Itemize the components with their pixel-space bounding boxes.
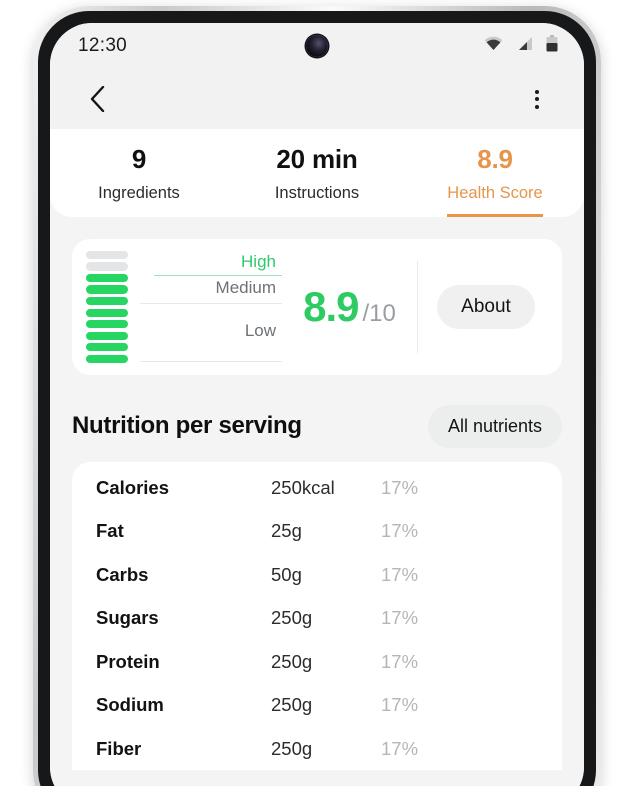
gauge-segments bbox=[86, 250, 128, 363]
table-row[interactable]: Fiber 250g 17% bbox=[72, 727, 562, 771]
nutrient-name: Fiber bbox=[96, 737, 142, 759]
table-row[interactable]: Sodium 250g 17% bbox=[72, 683, 562, 727]
front-camera-punch-hole bbox=[306, 35, 328, 57]
nutrient-amount: 50g bbox=[271, 563, 302, 585]
nutrient-name: Protein bbox=[96, 650, 160, 672]
table-row[interactable]: Sugars 250g 17% bbox=[72, 596, 562, 640]
gauge-level-labels: High Medium Low bbox=[128, 251, 282, 363]
tab-health-score-value: 8.9 bbox=[477, 144, 513, 174]
more-vertical-icon[interactable] bbox=[520, 82, 554, 116]
gauge-segment bbox=[86, 320, 128, 329]
tab-instructions-label: Instructions bbox=[274, 183, 360, 202]
gauge-segment bbox=[86, 297, 128, 306]
nutrient-name: Sodium bbox=[96, 694, 164, 716]
health-score-gauge: High Medium Low bbox=[86, 250, 282, 363]
app-bar bbox=[50, 69, 584, 129]
nutrient-percent: 17% bbox=[381, 650, 419, 672]
nutrition-table: Calories 250kcal 17% Fat 25g 17% Carbs 5… bbox=[72, 461, 562, 771]
health-score-value: 8.9 /10 bbox=[282, 283, 417, 331]
gauge-segment bbox=[86, 273, 128, 283]
gauge-segment bbox=[86, 343, 128, 352]
nutrient-percent: 17% bbox=[381, 520, 419, 542]
nutrient-amount: 25g bbox=[271, 520, 302, 542]
nutrient-name: Carbs bbox=[96, 563, 149, 585]
tab-health-score-label: Health Score bbox=[447, 184, 543, 217]
gauge-rule-medium bbox=[140, 302, 282, 304]
nutrient-percent: 17% bbox=[381, 563, 419, 585]
phone-bezel: 12:30 9 Ingredients 20 min Instructions … bbox=[38, 11, 596, 786]
table-row[interactable]: Fat 25g 17% bbox=[72, 509, 562, 553]
overflow-dots bbox=[535, 89, 539, 109]
gauge-label-low: Low bbox=[244, 320, 276, 340]
nutrition-header: Nutrition per serving All nutrients bbox=[72, 404, 562, 448]
phone-screen: 12:30 9 Ingredients 20 min Instructions … bbox=[50, 23, 584, 786]
wifi-icon bbox=[484, 36, 503, 56]
gauge-segment bbox=[86, 250, 128, 260]
tab-ingredients-value: 9 bbox=[131, 144, 147, 174]
nutrient-amount: 250g bbox=[271, 607, 313, 629]
gauge-rule-low bbox=[140, 360, 282, 362]
screenshot-stage: 12:30 9 Ingredients 20 min Instructions … bbox=[0, 0, 635, 786]
gauge-label-high: High bbox=[241, 251, 276, 271]
gauge-segment bbox=[86, 285, 128, 294]
nutrient-percent: 17% bbox=[381, 607, 419, 629]
back-chevron-icon[interactable] bbox=[80, 82, 114, 116]
nutrient-amount: 250g bbox=[271, 650, 313, 672]
gauge-label-medium: Medium bbox=[215, 277, 276, 297]
about-button[interactable]: About bbox=[437, 284, 535, 329]
phone-frame: 12:30 9 Ingredients 20 min Instructions … bbox=[33, 6, 601, 786]
nutrient-name: Fat bbox=[96, 520, 124, 542]
tab-instructions[interactable]: 20 min Instructions bbox=[228, 144, 406, 217]
table-row[interactable]: Protein 250g 17% bbox=[72, 640, 562, 684]
health-score-card: High Medium Low 8.9 /10 About bbox=[72, 238, 562, 375]
table-row[interactable]: Carbs 50g 17% bbox=[72, 553, 562, 597]
status-icons bbox=[484, 35, 558, 57]
nutrient-amount: 250g bbox=[271, 737, 313, 759]
recipe-tabs: 9 Ingredients 20 min Instructions 8.9 He… bbox=[50, 129, 584, 217]
tab-ingredients-label: Ingredients bbox=[98, 183, 180, 202]
gauge-segment bbox=[86, 308, 128, 317]
cellular-signal-icon bbox=[516, 36, 533, 56]
nutrient-name: Sugars bbox=[96, 607, 159, 629]
app-body: 9 Ingredients 20 min Instructions 8.9 He… bbox=[50, 129, 584, 786]
nutrient-percent: 17% bbox=[381, 737, 419, 759]
nutrient-name: Calories bbox=[96, 476, 170, 498]
about-button-wrap: About bbox=[418, 284, 554, 329]
status-time: 12:30 bbox=[78, 35, 128, 56]
nutrient-amount: 250g bbox=[271, 694, 313, 716]
nutrient-percent: 17% bbox=[381, 476, 419, 498]
gauge-segment bbox=[86, 262, 128, 271]
gauge-segment bbox=[86, 331, 128, 340]
tab-health-score[interactable]: 8.9 Health Score bbox=[406, 144, 584, 217]
table-row[interactable]: Calories 250kcal 17% bbox=[72, 466, 562, 510]
gauge-segment bbox=[86, 354, 128, 363]
status-bar: 12:30 bbox=[50, 23, 584, 69]
gauge-rule-high bbox=[154, 274, 282, 276]
tab-ingredients[interactable]: 9 Ingredients bbox=[50, 144, 228, 217]
health-score-number: 8.9 bbox=[303, 282, 359, 330]
battery-icon bbox=[546, 35, 558, 57]
all-nutrients-button[interactable]: All nutrients bbox=[427, 404, 562, 448]
nutrient-amount: 250kcal bbox=[271, 476, 335, 498]
nutrient-percent: 17% bbox=[381, 694, 419, 716]
tab-instructions-value: 20 min bbox=[276, 144, 358, 174]
health-score-outof: /10 bbox=[362, 299, 396, 327]
nutrition-title: Nutrition per serving bbox=[72, 412, 302, 440]
